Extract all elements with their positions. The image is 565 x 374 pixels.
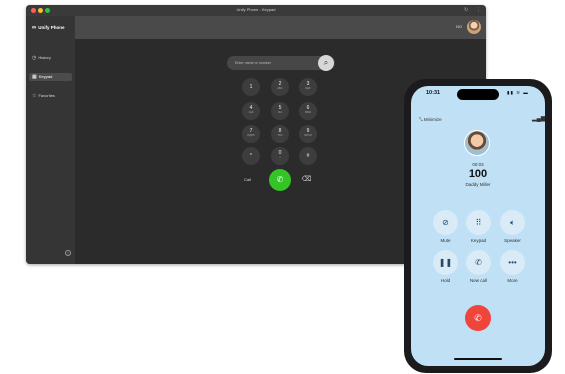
speaker-button[interactable]: 🔈︎	[500, 210, 525, 235]
speaker-icon: 🔈︎	[510, 218, 515, 227]
sidebar-item-label: Keypad	[38, 74, 53, 79]
header-status-text: NO	[456, 24, 462, 29]
call-button[interactable]: ✆	[269, 169, 291, 191]
star-icon: ☆	[32, 93, 37, 99]
minimize-icon: ⤡	[419, 117, 423, 122]
clock-icon: ◷	[32, 55, 37, 61]
more-label: More	[507, 278, 518, 283]
sidebar-item-favorites[interactable]: ☆ Favorites	[29, 92, 72, 100]
speaker-label: Speaker	[504, 238, 521, 243]
key-letters: ABC	[277, 87, 283, 90]
user-avatar[interactable]	[467, 20, 481, 34]
title-bar: Unify Phone - Keypad ↻ ⋮	[26, 5, 486, 16]
minimize-label: Minimize	[423, 117, 442, 122]
dynamic-island	[457, 89, 499, 100]
keypad-button[interactable]: ⠿	[466, 210, 491, 235]
key-8[interactable]: 8 TUV	[271, 125, 289, 143]
phone-screen: 10:31 ▮▮ ≋ ▬ ⤡ Minimize ▂▄▆ 00:03 100 Da…	[411, 86, 545, 366]
minimize-button[interactable]: ⤡ Minimize	[419, 117, 442, 122]
end-call-button[interactable]: ✆	[465, 305, 491, 331]
key-1[interactable]: 1	[242, 78, 260, 96]
more-icon: •••	[508, 258, 517, 267]
contact-name: Daddy Miller	[465, 182, 491, 187]
key-4[interactable]: 4 GHI	[242, 102, 260, 120]
app-name: Unify Phone	[38, 25, 65, 30]
help-button[interactable]: ?	[65, 250, 71, 256]
new-call-button[interactable]: ✆	[466, 250, 491, 275]
key-3[interactable]: 3 DEF	[299, 78, 317, 96]
backspace-icon[interactable]: ⌫	[301, 175, 312, 185]
signal-icon: ▂▄▆	[532, 116, 545, 122]
key-9[interactable]: 9 WXYZ	[299, 125, 317, 143]
key-letters: JKL	[277, 111, 283, 114]
keypad-icon: ▦	[32, 74, 37, 80]
app-brand: ∞ Unify Phone	[32, 25, 65, 31]
key-star[interactable]: *	[242, 147, 260, 165]
phone-icon: ✆	[276, 175, 284, 184]
call-type-label[interactable]: Call	[244, 177, 251, 182]
keypad-icon: ⠿	[475, 218, 482, 227]
hang-up-icon: ✆	[474, 313, 482, 323]
key-letters: DEF	[305, 87, 311, 90]
sidebar-item-history[interactable]: ◷ History	[29, 54, 72, 62]
key-letters: WXYZ	[304, 134, 312, 137]
call-duration: 00:03	[472, 162, 484, 167]
key-letters: +	[279, 156, 281, 159]
key-letters: PQRS	[247, 134, 255, 137]
search-icon[interactable]: ⌕	[318, 55, 334, 71]
call-number: 100	[468, 168, 488, 180]
phone-plus-icon: ✆	[475, 258, 482, 267]
header-bar: NO	[75, 16, 486, 39]
key-5[interactable]: 5 JKL	[271, 102, 289, 120]
key-2[interactable]: 2 ABC	[271, 78, 289, 96]
sidebar-item-label: History	[38, 55, 51, 60]
key-7[interactable]: 7 PQRS	[242, 125, 260, 143]
more-button[interactable]: •••	[500, 250, 525, 275]
key-6[interactable]: 6 MNO	[299, 102, 317, 120]
status-time: 10:31	[426, 90, 441, 96]
key-letters: MNO	[304, 111, 312, 114]
key-digit: #	[306, 153, 310, 159]
window-title: Unify Phone - Keypad	[236, 7, 276, 12]
pause-icon: ❚❚	[438, 258, 453, 267]
search-placeholder: Enter name or number	[235, 60, 271, 65]
menu-icon[interactable]: ⋮	[476, 7, 481, 13]
key-letters: GHI	[248, 111, 254, 114]
mute-button[interactable]: ⊘	[433, 210, 458, 235]
status-icons: ▮▮ ≋ ▬	[507, 90, 529, 95]
sidebar-item-keypad[interactable]: ▦ Keypad	[29, 73, 72, 81]
sidebar-item-label: Favorites	[38, 93, 55, 98]
key-hash[interactable]: #	[299, 147, 317, 165]
key-digit: *	[250, 153, 252, 159]
unify-logo-icon: ∞	[32, 25, 37, 31]
key-digit: 1	[249, 84, 253, 90]
key-letters: TUV	[277, 134, 283, 137]
key-0[interactable]: 0 +	[271, 147, 289, 165]
hold-button[interactable]: ❚❚	[433, 250, 458, 275]
mobile-phone: 10:31 ▮▮ ≋ ▬ ⤡ Minimize ▂▄▆ 00:03 100 Da…	[404, 79, 552, 373]
sidebar: ∞ Unify Phone ◷ History ▦ Keypad ☆ Favorites	[26, 16, 75, 264]
mic-off-icon: ⊘	[442, 218, 449, 227]
contact-avatar	[464, 130, 490, 156]
home-indicator	[454, 358, 502, 360]
refresh-icon[interactable]: ↻	[464, 7, 468, 13]
